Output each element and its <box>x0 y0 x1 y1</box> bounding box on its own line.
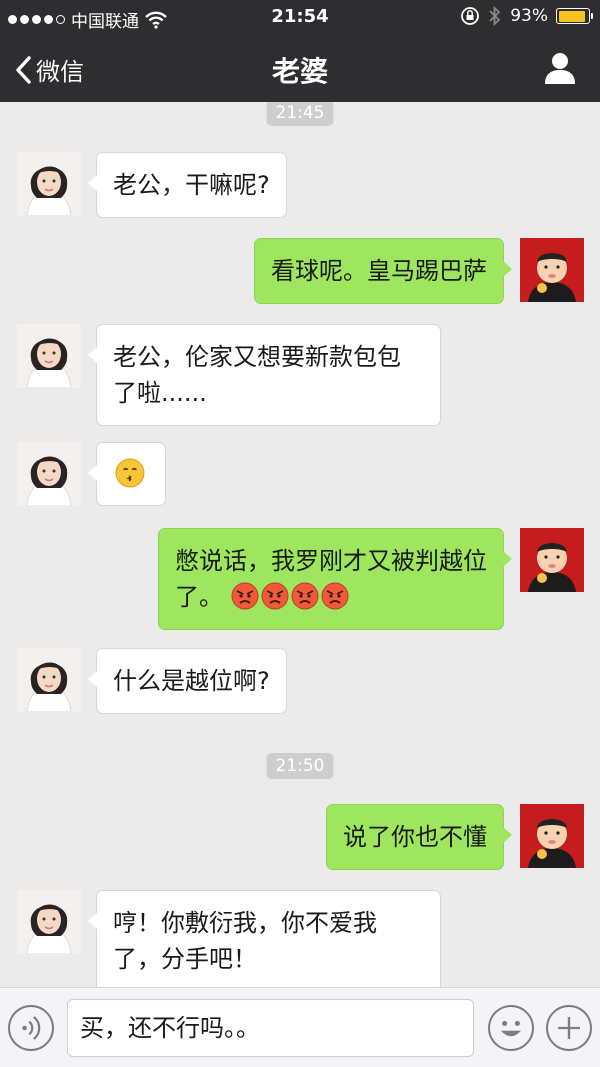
page-title: 老婆 <box>271 55 328 88</box>
chat-area[interactable]: 21:45 老公，干嘛呢? 看球呢。皇马踢巴萨 老公，伦家又想要新款包包了啦..… <box>0 102 600 987</box>
input-bar: 买，还不行吗。。 <box>0 987 600 1067</box>
angry-face-emoji-icon <box>231 582 259 610</box>
orientation-lock-icon <box>461 7 480 25</box>
bluetooth-icon <box>489 6 501 26</box>
received-message[interactable]: 老公，干嘛呢? <box>88 152 287 218</box>
sent-message[interactable]: 说了你也不懂 <box>326 804 512 870</box>
received-message[interactable]: 什么是越位啊? <box>88 648 287 714</box>
person-icon[interactable] <box>542 50 578 86</box>
battery-percent: 93% <box>510 6 548 26</box>
timestamp: 21:50 <box>266 753 334 779</box>
my-avatar[interactable] <box>520 528 584 592</box>
wife-avatar[interactable] <box>17 152 81 216</box>
message-text: 老公，干嘛呢? <box>113 171 270 199</box>
angry-emoji-row <box>223 582 351 611</box>
angry-face-emoji-icon <box>291 582 319 610</box>
message-input[interactable]: 买，还不行吗。。 <box>67 999 474 1057</box>
smiley-icon[interactable] <box>488 1005 534 1051</box>
my-avatar[interactable] <box>520 238 584 302</box>
angry-face-emoji-icon <box>261 582 289 610</box>
voice-icon[interactable] <box>8 1005 54 1051</box>
received-message[interactable] <box>88 442 166 506</box>
my-avatar[interactable] <box>520 804 584 868</box>
message-text: 哼！你敷衍我，你不爱我了，分手吧！ <box>113 909 377 973</box>
wife-avatar[interactable] <box>17 890 81 954</box>
plus-icon[interactable] <box>546 1005 592 1051</box>
message-text: 看球呢。皇马踢巴萨 <box>271 257 487 285</box>
received-message[interactable]: 老公，伦家又想要新款包包了啦...... <box>88 324 441 426</box>
sent-message[interactable]: 憋说话，我罗刚才又被判越位了。 <box>158 528 512 630</box>
status-bar: 中国联通 21:54 93% <box>0 0 600 34</box>
wife-avatar[interactable] <box>17 442 81 506</box>
battery-icon <box>556 8 593 24</box>
sent-message[interactable]: 看球呢。皇马踢巴萨 <box>254 238 512 304</box>
wife-avatar[interactable] <box>17 648 81 712</box>
wechat-chat-screen: 中国联通 21:54 93% 微信 老婆 21:45 老公，干嘛呢? 看球呢。皇… <box>0 0 600 1067</box>
message-text: 老公，伦家又想要新款包包了啦...... <box>113 343 401 407</box>
angry-face-emoji-icon <box>321 582 349 610</box>
kiss-emoji-icon <box>115 458 145 488</box>
navigation-bar: 微信 老婆 <box>0 34 600 102</box>
timestamp: 21:45 <box>266 102 334 126</box>
message-text: 说了你也不懂 <box>343 823 487 851</box>
received-message[interactable]: 哼！你敷衍我，你不爱我了，分手吧！ <box>88 890 441 987</box>
wife-avatar[interactable] <box>17 324 81 388</box>
message-text: 什么是越位啊? <box>113 667 270 695</box>
